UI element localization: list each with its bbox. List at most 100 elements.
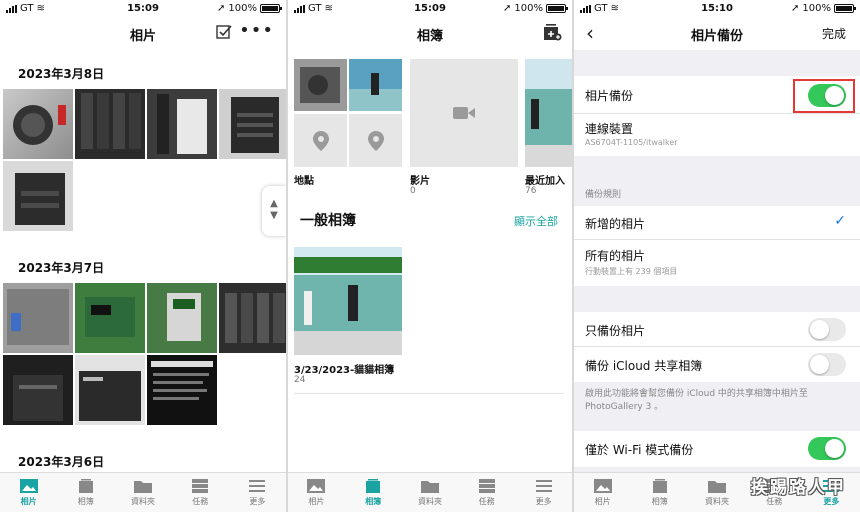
photo-thumbnail[interactable] bbox=[75, 283, 145, 353]
done-button[interactable]: 完成 bbox=[822, 25, 846, 42]
photo-thumbnail[interactable] bbox=[219, 89, 286, 159]
more-icon[interactable]: ••• bbox=[239, 20, 274, 41]
battery-icon bbox=[546, 4, 568, 13]
photos-screen: GT ≋ 15:09 ➚ 100% 相片 ••• 2023年3月8日 ▲ ▼ 2023… bbox=[0, 0, 286, 512]
add-album-icon[interactable] bbox=[542, 23, 562, 45]
location-icon: ➚ bbox=[217, 3, 226, 14]
checkbox-icon[interactable] bbox=[216, 24, 232, 44]
album-tile-cats[interactable] bbox=[294, 247, 402, 355]
device-row[interactable]: 連線裝置 AS6704T-1105/itwalker bbox=[574, 114, 860, 156]
album-tile-recent[interactable] bbox=[525, 59, 572, 167]
wifi-group: 僅於 Wi-Fi 模式備份 bbox=[574, 431, 860, 467]
album-label: 地點 bbox=[294, 176, 314, 187]
icloud-toggle[interactable] bbox=[808, 353, 846, 376]
photo-thumbnail[interactable] bbox=[75, 89, 145, 159]
date-header: 2023年3月8日 bbox=[18, 67, 105, 81]
battery-icon bbox=[834, 4, 856, 13]
wifi-toggle[interactable] bbox=[808, 437, 846, 460]
photo-thumbnail[interactable] bbox=[3, 355, 73, 425]
tab-tasks[interactable]: 任務 bbox=[172, 473, 229, 512]
show-all-link[interactable]: 顯示全部 bbox=[514, 213, 558, 229]
row-label: 相片備份 bbox=[585, 89, 634, 103]
map-pin-icon bbox=[294, 114, 347, 167]
note-line: PhotoGallery 3 。 bbox=[585, 402, 664, 412]
more-menu-icon bbox=[535, 480, 552, 492]
tab-label: 相簿 bbox=[651, 497, 668, 506]
album-count: 24 bbox=[294, 375, 306, 385]
photo-icon bbox=[593, 479, 612, 493]
photo-thumbnail[interactable] bbox=[3, 89, 73, 159]
tab-folders[interactable]: 資料夾 bbox=[402, 473, 459, 512]
backup-toggle-row: 相片備份 bbox=[574, 76, 860, 114]
battery-percent: 100% bbox=[514, 3, 543, 14]
rules-group: 新增的相片 ✓ 所有的相片 行動裝置上有 239 個項目 bbox=[574, 206, 860, 286]
tab-folders[interactable]: 資料夾 bbox=[114, 473, 171, 512]
status-bar: GT ≋ 15:09 ➚ 100% bbox=[0, 0, 286, 18]
album-icon bbox=[78, 479, 93, 493]
album-label: 3/23/2023-貓貓相簿 bbox=[294, 365, 395, 376]
folder-icon bbox=[420, 481, 439, 493]
scroll-handle[interactable]: ▲ ▼ bbox=[262, 186, 286, 236]
row-label: 所有的相片 bbox=[585, 249, 646, 263]
tab-tasks[interactable]: 任務 bbox=[458, 473, 515, 512]
folder-icon bbox=[708, 481, 726, 493]
tab-photos[interactable]: 相片 bbox=[288, 473, 345, 512]
video-camera-icon bbox=[453, 107, 475, 119]
photo-thumbnail bbox=[349, 59, 402, 111]
album-label: 影片 bbox=[410, 176, 430, 187]
album-count: 0 bbox=[410, 186, 416, 196]
backup-screen: GT ≋ 15:10 ➚ 100% ‹ 相片備份 完成 相片備份 連線裝置 AS67… bbox=[574, 0, 860, 512]
photos-only-toggle[interactable] bbox=[808, 318, 846, 341]
photo-thumbnail bbox=[294, 59, 347, 111]
photo-thumbnail[interactable] bbox=[147, 89, 217, 159]
album-tile-places[interactable] bbox=[294, 59, 402, 167]
tab-more[interactable]: 更多 bbox=[229, 473, 286, 512]
tab-albums[interactable]: 相簿 bbox=[345, 473, 402, 512]
photos-header: 相片 ••• bbox=[0, 18, 286, 50]
rule-row-all[interactable]: 所有的相片 行動裝置上有 239 個項目 bbox=[574, 240, 860, 286]
photo-thumbnail[interactable] bbox=[3, 283, 73, 353]
wifi-row: 僅於 Wi-Fi 模式備份 bbox=[574, 431, 860, 467]
tab-albums[interactable]: 相簿 bbox=[57, 473, 114, 512]
tab-more[interactable]: 更多 bbox=[515, 473, 572, 512]
tab-label: 相片 bbox=[308, 497, 325, 506]
photo-thumbnail[interactable] bbox=[75, 355, 145, 425]
tab-label: 更多 bbox=[249, 497, 266, 506]
battery-icon bbox=[260, 4, 282, 13]
tab-albums[interactable]: 相簿 bbox=[631, 473, 688, 512]
section-header: 備份規則 bbox=[585, 190, 622, 200]
photo-thumbnail[interactable] bbox=[219, 283, 286, 353]
tab-photos[interactable]: 相片 bbox=[574, 473, 631, 512]
divider bbox=[294, 393, 564, 394]
album-label: 最近加入 bbox=[525, 176, 565, 187]
photo-icon bbox=[19, 479, 38, 493]
page-title: 相片備份 bbox=[690, 29, 743, 44]
row-subtitle: 行動裝置上有 239 個項目 bbox=[585, 267, 678, 276]
tab-folders[interactable]: 資料夾 bbox=[688, 473, 745, 512]
bottom-tab-bar: 相片 相簿 資料夾 任務 更多 bbox=[0, 472, 286, 512]
backup-group: 相片備份 連線裝置 AS6704T-1105/itwalker bbox=[574, 76, 860, 156]
section-title: 一般相簿 bbox=[300, 213, 356, 229]
checkmark-icon: ✓ bbox=[834, 213, 846, 229]
rule-row-new[interactable]: 新增的相片 ✓ bbox=[574, 206, 860, 240]
tab-label: 相簿 bbox=[77, 497, 94, 506]
row-label: 僅於 Wi-Fi 模式備份 bbox=[585, 443, 694, 457]
row-label: 只備份相片 bbox=[585, 324, 646, 338]
row-label: 連線裝置 bbox=[585, 122, 634, 136]
tab-photos[interactable]: 相片 bbox=[0, 473, 57, 512]
photo-icon bbox=[307, 479, 326, 493]
location-icon: ➚ bbox=[503, 3, 512, 14]
photo-thumbnail[interactable] bbox=[147, 283, 217, 353]
row-label: 新增的相片 bbox=[585, 217, 646, 231]
photo-thumbnail[interactable] bbox=[147, 355, 217, 425]
battery-percent: 100% bbox=[228, 3, 257, 14]
more-menu-icon bbox=[249, 480, 266, 492]
folder-icon bbox=[134, 481, 152, 493]
device-name: AS6704T-1105/itwalker bbox=[585, 138, 678, 147]
photo-thumbnail[interactable] bbox=[3, 161, 73, 231]
album-tile-videos[interactable] bbox=[410, 59, 518, 167]
tab-label: 資料夾 bbox=[417, 497, 442, 506]
task-icon bbox=[478, 479, 495, 493]
tab-label: 任務 bbox=[192, 497, 209, 506]
icloud-note: 啟用此功能將會幫您備份 iCloud 中的共享相簿中相片至 PhotoGalle… bbox=[585, 388, 808, 414]
